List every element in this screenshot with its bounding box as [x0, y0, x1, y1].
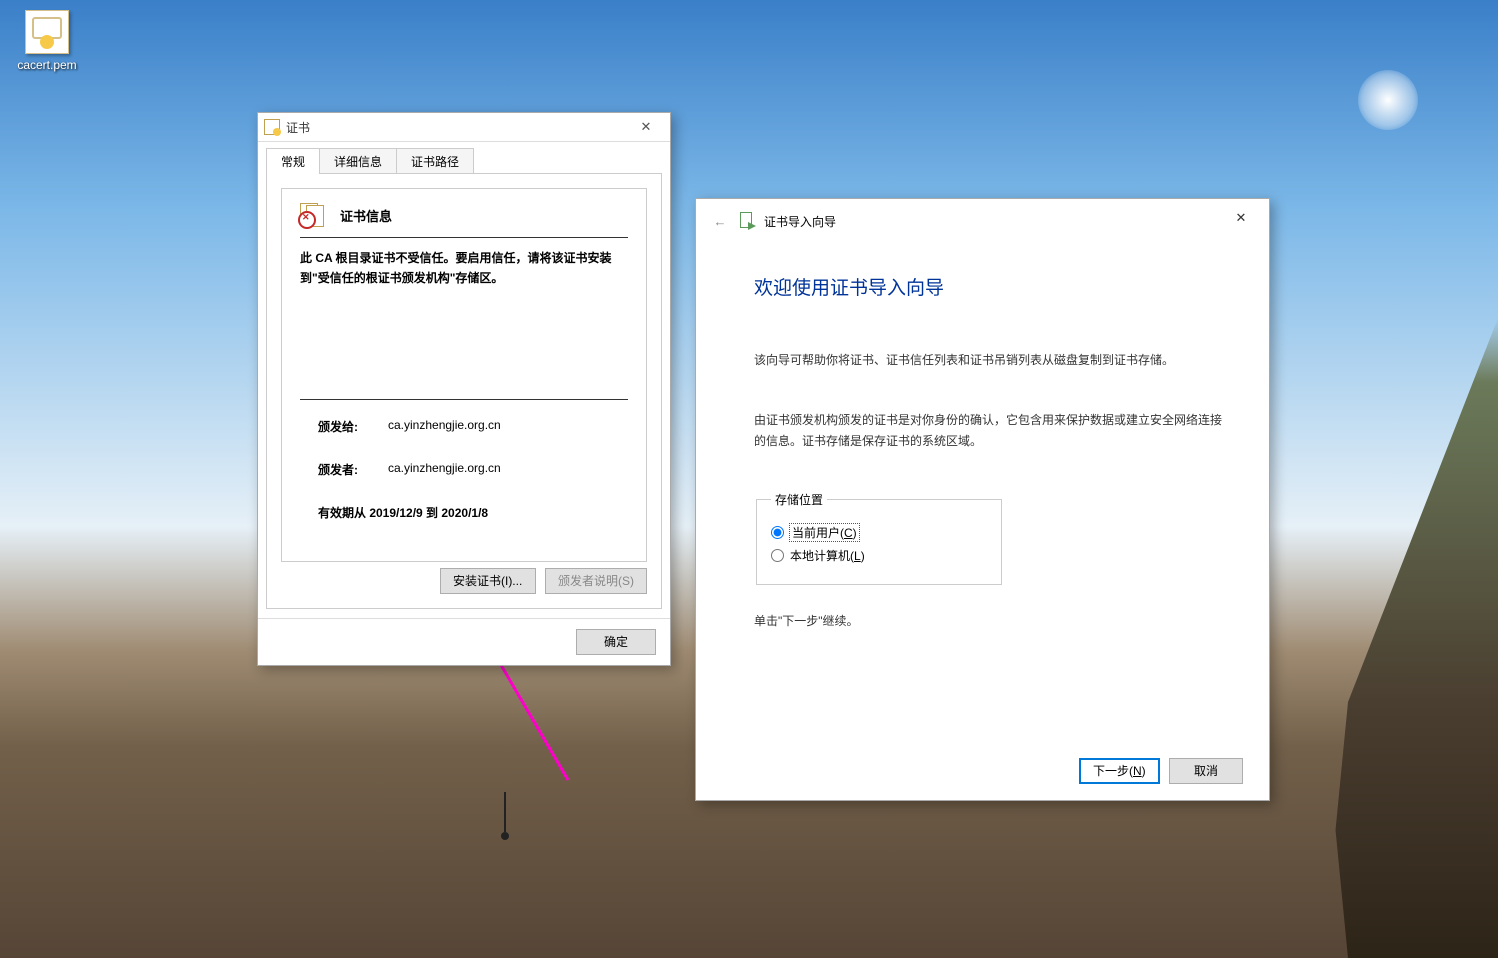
tab-general[interactable]: 常规 — [266, 148, 320, 174]
desktop-icon-cacert[interactable]: cacert.pem — [10, 10, 84, 72]
wizard-para1: 该向导可帮助你将证书、证书信任列表和证书吊销列表从磁盘复制到证书存储。 — [754, 350, 1229, 370]
wizard-para2: 由证书颁发机构颁发的证书是对你身份的确认，它包含用来保护数据或建立安全网络连接的… — [754, 410, 1229, 451]
close-icon[interactable]: ✕ — [1223, 207, 1259, 229]
cert-info-title: 证书信息 — [340, 206, 392, 225]
certificate-import-wizard: ✕ ← 证书导入向导 欢迎使用证书导入向导 该向导可帮助你将证书、证书信任列表和… — [695, 198, 1270, 801]
wizard-footer: 下一步(N) 取消 — [696, 742, 1269, 800]
cliff-graphic — [1248, 318, 1498, 958]
certificate-dialog: 证书 ✕ 常规 详细信息 证书路径 证书信息 此 CA 根目录证书不受信任。要启… — [257, 112, 671, 666]
certificate-file-icon — [25, 10, 69, 54]
issued-to-value: ca.yinzhengjie.org.cn — [388, 418, 501, 435]
tabs: 常规 详细信息 证书路径 — [258, 142, 670, 174]
wizard-icon — [738, 212, 756, 230]
close-icon[interactable]: ✕ — [628, 116, 664, 138]
cert-trust-warning: 此 CA 根目录证书不受信任。要启用信任，请将该证书安装到"受信任的根证书颁发机… — [300, 248, 628, 289]
wizard-heading: 欢迎使用证书导入向导 — [754, 273, 1229, 300]
divider — [300, 399, 628, 400]
cert-info-header: 证书信息 — [300, 203, 628, 227]
buttons-row: 安装证书(I)... 颁发者说明(S) — [281, 568, 647, 594]
issued-to-label: 颁发给: — [318, 418, 388, 435]
radio-current-user[interactable] — [771, 526, 784, 539]
issuer-statement-button: 颁发者说明(S) — [545, 568, 647, 594]
window-title: 证书 — [286, 119, 628, 136]
radio-local-machine[interactable] — [771, 549, 784, 562]
validity-text: 有效期从 2019/12/9 到 2020/1/8 — [318, 504, 488, 521]
ok-button[interactable]: 确定 — [576, 629, 656, 655]
store-location-legend: 存储位置 — [771, 491, 827, 508]
issuer-value: ca.yinzhengjie.org.cn — [388, 461, 501, 478]
back-arrow-icon[interactable]: ← — [710, 211, 730, 231]
desktop-icon-label: cacert.pem — [10, 58, 84, 72]
footer-bar: 确定 — [258, 618, 670, 665]
person-reflection-graphic — [490, 770, 520, 840]
wizard-header: ← 证书导入向导 — [696, 199, 1269, 243]
radio-current-user-label[interactable]: 当前用户(C) — [790, 524, 859, 541]
next-button[interactable]: 下一步(N) — [1079, 758, 1160, 784]
install-certificate-button[interactable]: 安装证书(I)... — [440, 568, 536, 594]
tab-path[interactable]: 证书路径 — [396, 148, 474, 174]
wizard-continue-text: 单击"下一步"继续。 — [754, 611, 1229, 631]
tab-body: 证书信息 此 CA 根目录证书不受信任。要启用信任，请将该证书安装到"受信任的根… — [266, 173, 662, 609]
cert-info-icon — [300, 203, 330, 227]
radio-local-machine-label[interactable]: 本地计算机(L) — [790, 547, 865, 564]
tab-details[interactable]: 详细信息 — [319, 148, 397, 174]
titlebar[interactable]: 证书 ✕ — [258, 113, 670, 142]
cancel-button[interactable]: 取消 — [1169, 758, 1243, 784]
certificate-icon — [264, 119, 280, 135]
sun-glow — [1358, 70, 1418, 130]
divider — [300, 237, 628, 238]
cert-fields: 颁发给: ca.yinzhengjie.org.cn 颁发者: ca.yinzh… — [318, 418, 610, 521]
wizard-window-title: 证书导入向导 — [764, 213, 836, 230]
store-location-fieldset: 存储位置 当前用户(C) 本地计算机(L) — [756, 491, 1002, 585]
wizard-body: 欢迎使用证书导入向导 该向导可帮助你将证书、证书信任列表和证书吊销列表从磁盘复制… — [696, 243, 1269, 742]
issuer-label: 颁发者: — [318, 461, 388, 478]
cert-info-box: 证书信息 此 CA 根目录证书不受信任。要启用信任，请将该证书安装到"受信任的根… — [281, 188, 647, 562]
